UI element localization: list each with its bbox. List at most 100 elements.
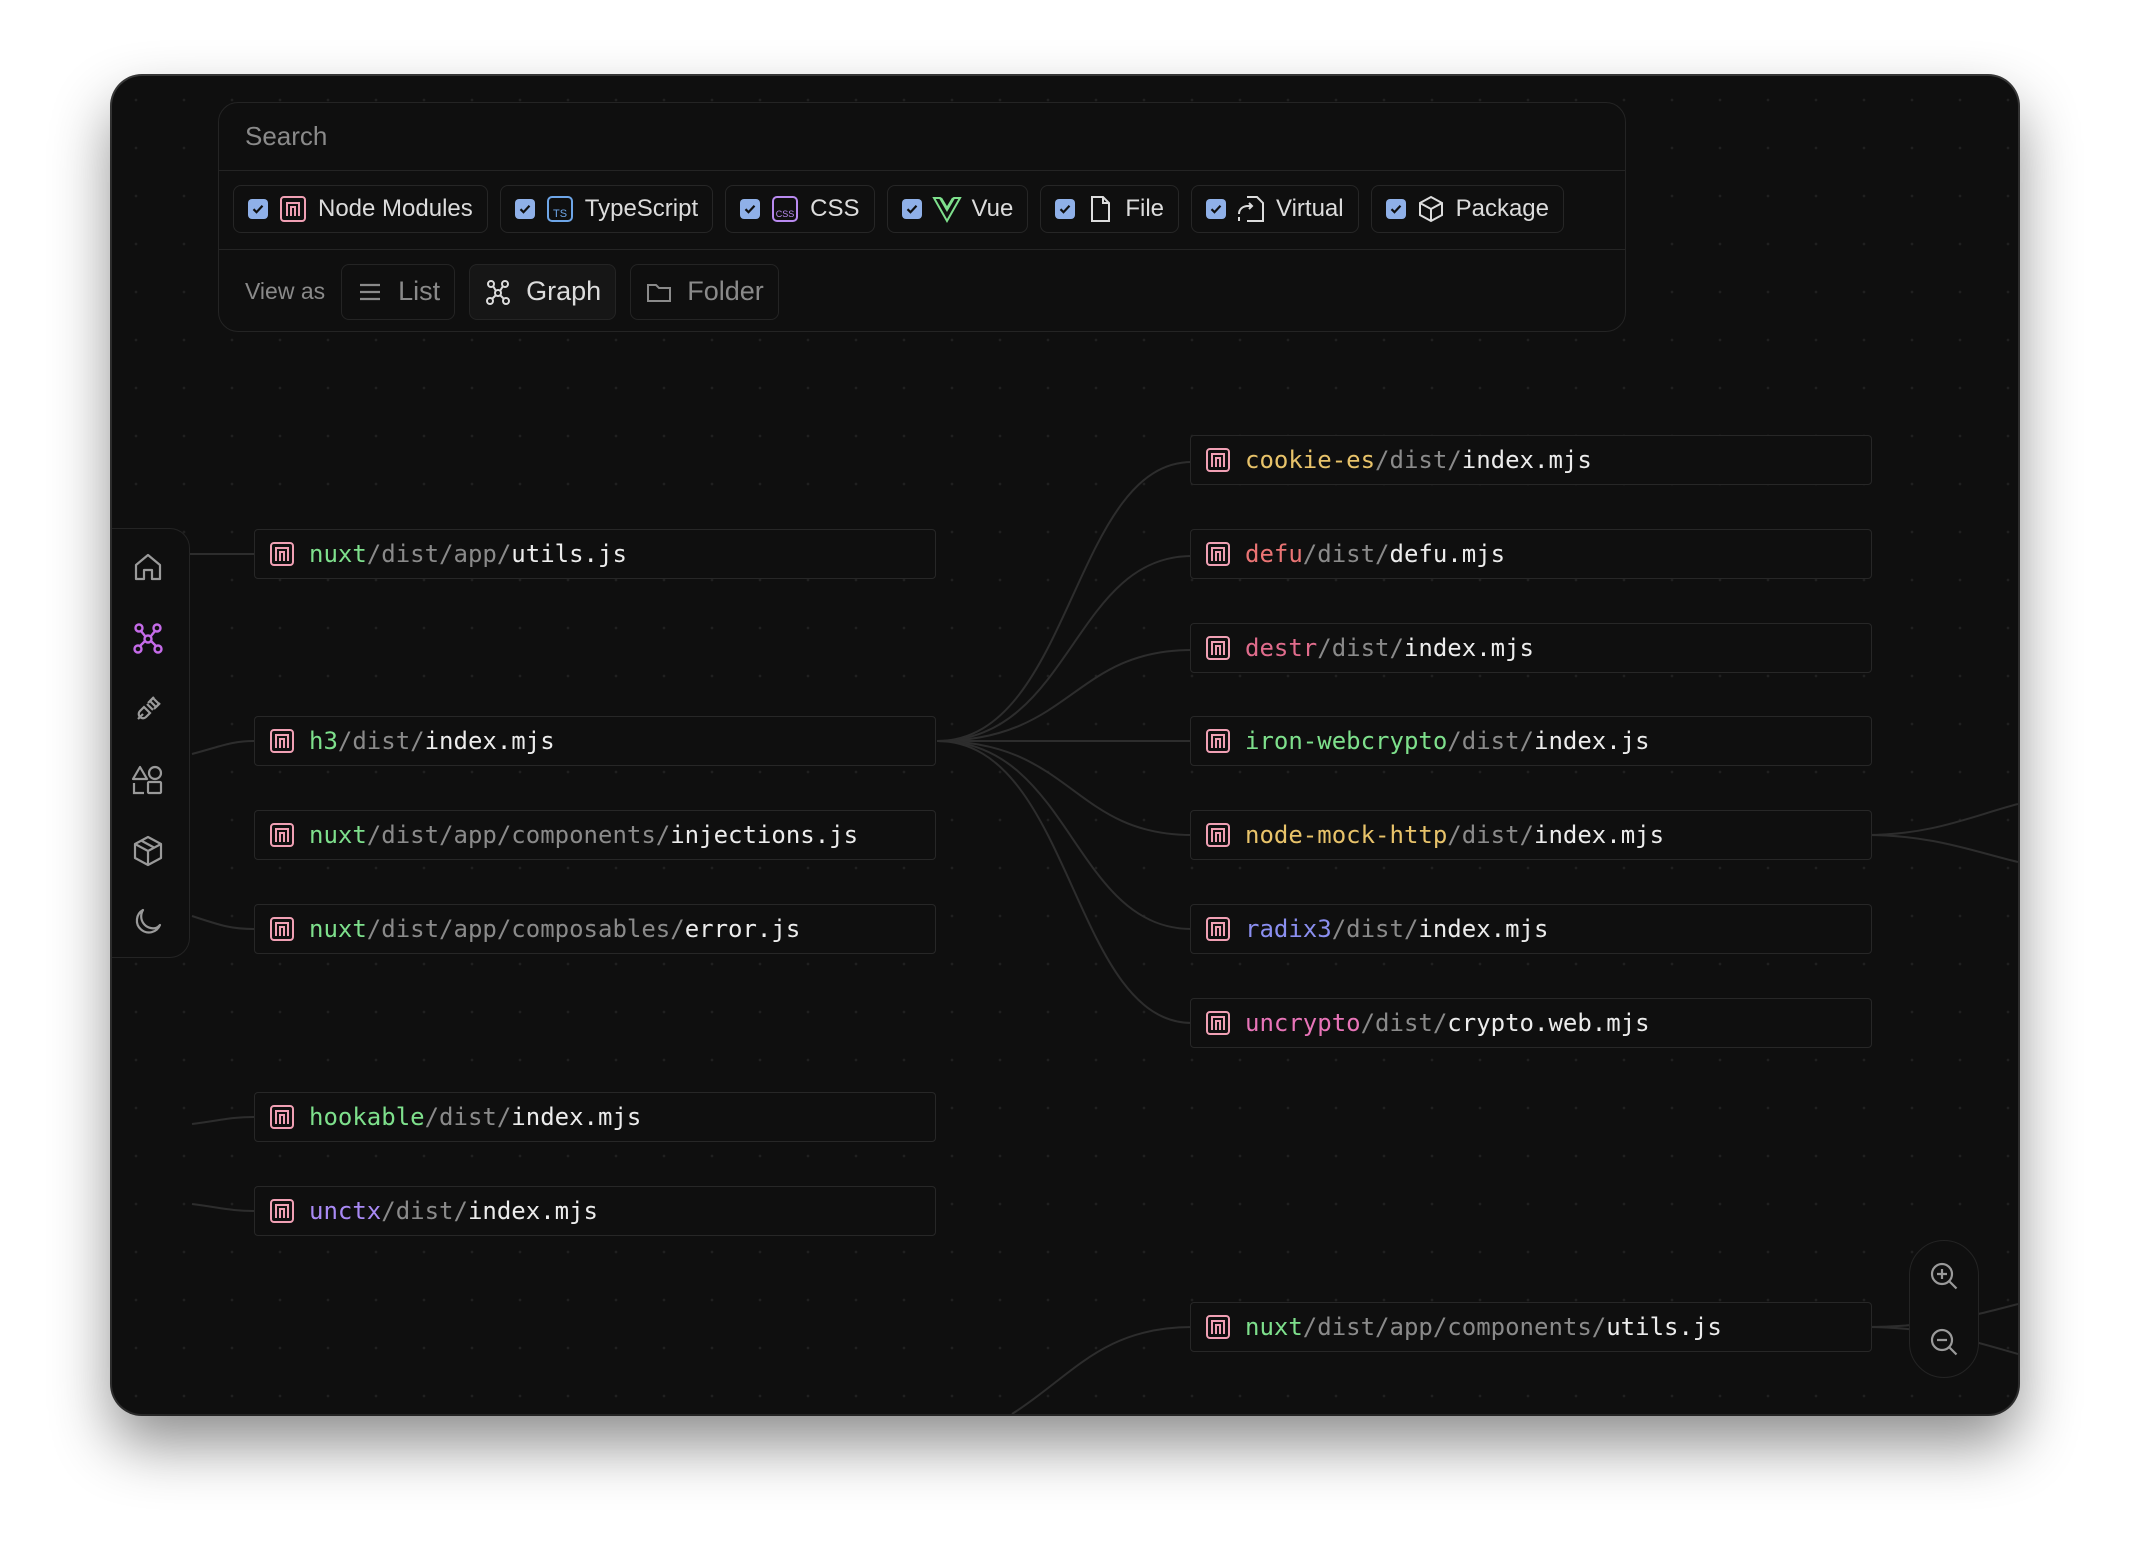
module-node[interactable]: uncrypto/dist/crypto.web.mjs xyxy=(1190,998,1872,1048)
filter-bar: Node Modules TS TypeScript CSS CSS Vue F… xyxy=(233,185,1564,235)
edge xyxy=(191,1203,255,1212)
package-name: uncrypto xyxy=(1245,1009,1361,1037)
module-node[interactable]: node-mock-http/dist/index.mjs xyxy=(1190,810,1872,860)
zoom-out-icon[interactable] xyxy=(1927,1325,1961,1359)
node-modules-icon xyxy=(269,916,295,942)
module-node[interactable]: nuxt/dist/app/composables/error.js xyxy=(254,904,936,954)
file-name: error.js xyxy=(684,915,801,943)
filter-node-modules[interactable]: Node Modules xyxy=(233,185,488,233)
file-name: defu.mjs xyxy=(1389,540,1506,568)
view-folder-label: Folder xyxy=(687,276,764,306)
file-name: index.mjs xyxy=(467,1197,598,1225)
home-icon[interactable] xyxy=(130,549,166,585)
package-name: defu xyxy=(1245,540,1303,568)
edge xyxy=(1865,803,2018,836)
package-name: nuxt xyxy=(1245,1313,1303,1341)
file-name: crypto.web.mjs xyxy=(1447,1009,1650,1037)
filter-virtual[interactable]: Virtual xyxy=(1191,185,1359,233)
edge xyxy=(191,915,255,930)
file-name: index.mjs xyxy=(424,727,555,755)
dark-mode-moon-icon[interactable] xyxy=(130,904,166,940)
shapes-icon[interactable] xyxy=(130,762,166,798)
view-list-label: List xyxy=(398,276,441,306)
module-node[interactable]: destr/dist/index.mjs xyxy=(1190,623,1872,673)
svg-text:CSS: CSS xyxy=(776,209,795,219)
edge xyxy=(1865,834,2018,863)
module-path: dist/ xyxy=(439,1103,512,1131)
checkbox[interactable] xyxy=(1206,199,1226,219)
search-input[interactable] xyxy=(219,103,1625,171)
package-name: nuxt xyxy=(309,915,367,943)
graph-icon xyxy=(484,278,512,306)
package-name: hookable xyxy=(309,1103,425,1131)
package-icon xyxy=(1416,194,1446,224)
package-name: cookie-es xyxy=(1245,446,1376,474)
module-node[interactable]: defu/dist/defu.mjs xyxy=(1190,529,1872,579)
module-node[interactable]: nuxt/dist/app/components/utils.js xyxy=(1190,1302,1872,1352)
package-name: node-mock-http xyxy=(1245,821,1448,849)
module-node[interactable]: nuxt/dist/app/utils.js xyxy=(254,529,936,579)
graph-icon[interactable] xyxy=(130,620,166,656)
file-name: index.mjs xyxy=(1418,915,1549,943)
node-modules-icon xyxy=(269,1198,295,1224)
virtual-icon xyxy=(1236,194,1266,224)
package-name: nuxt xyxy=(309,821,367,849)
node-modules-icon xyxy=(1205,635,1231,661)
module-path: dist/ xyxy=(1317,540,1390,568)
node-modules-icon xyxy=(278,194,308,224)
node-modules-icon xyxy=(1205,1010,1231,1036)
css-icon: CSS xyxy=(770,194,800,224)
module-path: dist/ xyxy=(352,727,425,755)
search-panel: Node Modules TS TypeScript CSS CSS Vue F… xyxy=(218,102,1626,332)
view-list-button[interactable]: List xyxy=(341,263,456,320)
checkbox[interactable] xyxy=(740,199,761,219)
module-path: dist/ xyxy=(1346,915,1419,943)
checkbox[interactable] xyxy=(248,199,268,219)
filter-css[interactable]: CSS CSS xyxy=(725,185,875,233)
filter-label: Node Modules xyxy=(318,195,473,222)
svg-text:TS: TS xyxy=(553,208,567,220)
zoom-in-icon[interactable] xyxy=(1927,1259,1961,1293)
node-modules-icon xyxy=(1205,447,1231,473)
module-path: dist/ xyxy=(1331,634,1404,662)
edge xyxy=(936,555,1193,742)
package-icon[interactable] xyxy=(130,833,166,869)
file-name: index.mjs xyxy=(1534,821,1665,849)
view-graph-label: Graph xyxy=(526,276,602,306)
module-node[interactable]: radix3/dist/index.mjs xyxy=(1190,904,1872,954)
checkbox[interactable] xyxy=(514,199,535,219)
filter-typescript[interactable]: TS TypeScript xyxy=(499,185,714,233)
checkbox[interactable] xyxy=(1055,199,1076,219)
folder-icon xyxy=(645,278,673,306)
module-path: dist/ xyxy=(1375,1009,1448,1037)
module-node[interactable]: unctx/dist/index.mjs xyxy=(254,1186,936,1236)
filter-label: Virtual xyxy=(1276,195,1344,222)
module-node[interactable]: h3/dist/index.mjs xyxy=(254,716,936,766)
checkbox[interactable] xyxy=(901,199,922,219)
view-folder-button[interactable]: Folder xyxy=(630,263,779,320)
filter-file[interactable]: File xyxy=(1040,185,1179,233)
module-node[interactable]: hookable/dist/index.mjs xyxy=(254,1092,936,1142)
edge xyxy=(936,649,1193,742)
plugin-icon[interactable] xyxy=(130,691,166,727)
filter-package[interactable]: Package xyxy=(1370,185,1564,233)
edge xyxy=(1011,1326,1193,1414)
package-name: unctx xyxy=(309,1197,382,1225)
node-modules-icon xyxy=(269,822,295,848)
package-name: iron-webcrypto xyxy=(1245,727,1448,755)
package-name: nuxt xyxy=(309,540,367,568)
edge xyxy=(191,1116,255,1125)
edge xyxy=(936,740,1193,836)
file-name: utils.js xyxy=(511,540,627,568)
filter-label: Vue xyxy=(971,195,1014,222)
module-node[interactable]: iron-webcrypto/dist/index.js xyxy=(1190,716,1872,766)
module-node[interactable]: nuxt/dist/app/components/injections.js xyxy=(254,810,936,860)
filter-vue[interactable]: Vue xyxy=(886,185,1029,233)
file-name: index.mjs xyxy=(1461,446,1592,474)
typescript-icon: TS xyxy=(545,194,575,224)
file-name: index.mjs xyxy=(511,1103,642,1131)
edge xyxy=(191,740,255,755)
checkbox[interactable] xyxy=(1385,199,1406,219)
module-node[interactable]: cookie-es/dist/index.mjs xyxy=(1190,435,1872,485)
view-graph-button[interactable]: Graph xyxy=(469,263,617,320)
